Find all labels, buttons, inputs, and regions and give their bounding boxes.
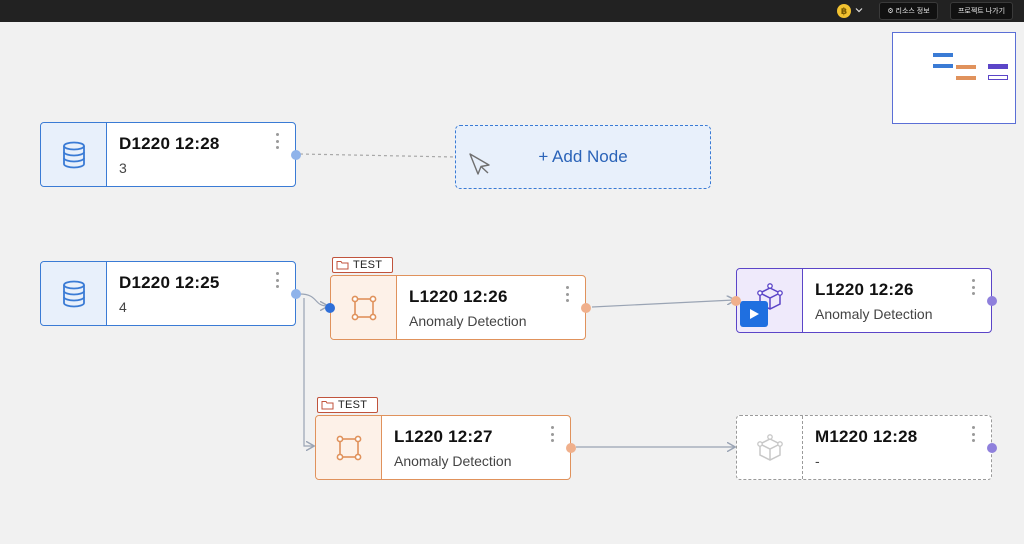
data-node-d1220-1225[interactable]: D1220 12:25 4 bbox=[40, 261, 301, 326]
output-port[interactable] bbox=[581, 303, 591, 313]
minimap-node bbox=[956, 65, 976, 69]
output-port[interactable] bbox=[987, 296, 997, 306]
node-subtitle: 4 bbox=[119, 299, 127, 315]
node-icon-area bbox=[41, 123, 107, 186]
play-button[interactable] bbox=[740, 301, 768, 327]
edge-l1226-to-l1226run bbox=[591, 300, 734, 308]
minimap-node bbox=[956, 76, 976, 80]
node-icon-area bbox=[331, 276, 397, 339]
node-subtitle: 3 bbox=[119, 160, 127, 176]
minimap-node bbox=[988, 64, 1008, 69]
add-node-label: + Add Node bbox=[538, 147, 628, 166]
database-icon bbox=[62, 280, 85, 307]
node-icon-area bbox=[41, 262, 107, 325]
model-cube-icon bbox=[756, 433, 783, 461]
edge-d1225-to-l1227 bbox=[303, 298, 313, 446]
tag-badge: TEST bbox=[317, 397, 378, 413]
minimap[interactable] bbox=[892, 32, 1016, 124]
tag-label: TEST bbox=[353, 259, 383, 271]
input-port[interactable] bbox=[731, 296, 741, 306]
database-icon bbox=[62, 141, 85, 168]
node-title: D1220 12:28 bbox=[119, 134, 220, 153]
model-node-m1220-1228[interactable]: M1220 12:28 - bbox=[736, 415, 997, 480]
folder-icon bbox=[321, 401, 334, 410]
node-title: M1220 12:28 bbox=[815, 427, 918, 446]
input-port[interactable] bbox=[325, 303, 335, 313]
kebab-menu-icon[interactable] bbox=[550, 426, 554, 442]
kebab-menu-icon[interactable] bbox=[971, 279, 975, 295]
bounding-box-icon bbox=[351, 295, 376, 320]
node-icon-area bbox=[316, 416, 382, 479]
folder-icon bbox=[336, 261, 349, 270]
output-port[interactable] bbox=[987, 443, 997, 453]
node-icon-area bbox=[737, 416, 803, 479]
play-icon bbox=[750, 309, 759, 319]
node-title: L1220 12:26 bbox=[409, 287, 508, 306]
minimap-viewport bbox=[898, 44, 1010, 112]
learning-node-l1220-1227[interactable]: L1220 12:27 Anomaly Detection bbox=[315, 415, 576, 480]
minimap-node bbox=[933, 64, 953, 68]
node-title: D1220 12:25 bbox=[119, 273, 220, 292]
kebab-menu-icon[interactable] bbox=[275, 133, 279, 149]
node-subtitle: - bbox=[815, 453, 820, 469]
node-subtitle: Anomaly Detection bbox=[394, 453, 512, 469]
output-port[interactable] bbox=[291, 150, 301, 160]
kebab-menu-icon[interactable] bbox=[275, 272, 279, 288]
tag-label: TEST bbox=[338, 399, 368, 411]
cursor-pointer-icon bbox=[469, 153, 490, 175]
node-subtitle: Anomaly Detection bbox=[409, 313, 527, 329]
kebab-menu-icon[interactable] bbox=[971, 426, 975, 442]
node-title: L1220 12:26 bbox=[815, 280, 914, 299]
minimap-node bbox=[933, 53, 953, 57]
learning-node-l1220-1226[interactable]: L1220 12:26 Anomaly Detection bbox=[325, 275, 591, 340]
node-title: L1220 12:27 bbox=[394, 427, 493, 446]
minimap-node bbox=[988, 75, 1008, 80]
output-port[interactable] bbox=[566, 443, 576, 453]
node-icon-area bbox=[737, 269, 803, 332]
tag-badge: TEST bbox=[332, 257, 393, 273]
output-port[interactable] bbox=[291, 289, 301, 299]
edge-d1228-to-addnode bbox=[299, 153, 456, 158]
bounding-box-icon bbox=[336, 435, 361, 460]
node-subtitle: Anomaly Detection bbox=[815, 306, 933, 322]
learning-run-node-l1220-1226[interactable]: L1220 12:26 Anomaly Detection bbox=[731, 268, 997, 333]
kebab-menu-icon[interactable] bbox=[565, 286, 569, 302]
data-node-d1220-1228[interactable]: D1220 12:28 3 bbox=[40, 122, 301, 187]
